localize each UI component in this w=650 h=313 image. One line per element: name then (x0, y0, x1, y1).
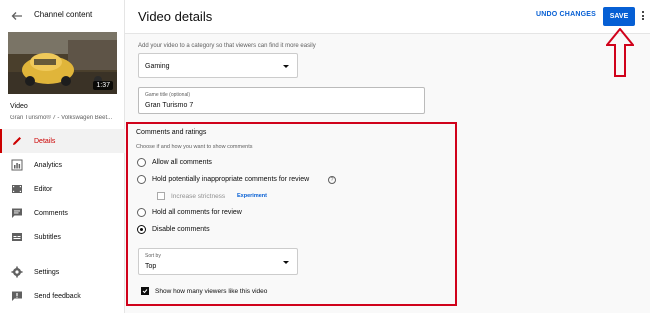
back-arrow-icon[interactable] (10, 9, 24, 23)
option-label: Disable comments (152, 226, 210, 233)
chevron-down-icon (283, 65, 289, 68)
show-likes-checkbox[interactable] (141, 287, 149, 295)
option-label: Hold all comments for review (152, 209, 242, 216)
subtitles-icon (12, 233, 22, 241)
sort-by-value: Top (145, 263, 157, 270)
comments-section-title: Comments and ratings (136, 129, 207, 136)
sidebar-item-label: Editor (34, 185, 53, 193)
save-button[interactable]: SAVE (603, 7, 635, 26)
page-header: Video details UNDO CHANGES SAVE (125, 0, 650, 34)
experiment-badge: Experiment (237, 193, 267, 199)
sidebar-item-label: Details (34, 137, 56, 145)
sidebar-title: Channel content (34, 10, 93, 19)
checkmark-icon (142, 289, 148, 294)
annotation-arrow-icon (606, 28, 634, 77)
sidebar-item-analytics[interactable]: Analytics (0, 153, 125, 177)
radio-allow-all[interactable] (137, 158, 146, 167)
increase-strictness-label: Increase strictness (171, 193, 226, 200)
option-label: Allow all comments (152, 159, 212, 166)
category-help-text: Add your video to a category so that vie… (138, 43, 316, 49)
sidebar-item-details[interactable]: Details (0, 129, 125, 153)
sidebar-item-comments[interactable]: Comments (0, 201, 125, 225)
sidebar-header: Channel content (0, 0, 125, 32)
sidebar-item-subtitles[interactable]: Subtitles (0, 225, 125, 249)
category-select[interactable]: Gaming (138, 53, 298, 78)
sort-by-select[interactable]: Sort by Top (138, 248, 298, 275)
help-icon[interactable]: ? (328, 176, 336, 184)
sidebar-item-label: Comments (34, 209, 68, 217)
increase-strictness-checkbox[interactable] (157, 192, 165, 200)
sidebar-item-feedback[interactable]: Send feedback (0, 284, 125, 308)
sidebar-item-label: Send feedback (34, 292, 81, 300)
game-title-label: Game title (optional) (145, 92, 191, 98)
gear-icon (11, 266, 23, 278)
game-title-field[interactable]: Game title (optional) Gran Turismo 7 (138, 87, 425, 114)
sidebar-item-label: Subtitles (34, 233, 61, 241)
more-options-icon[interactable] (640, 11, 646, 23)
chevron-down-icon (283, 261, 289, 264)
radio-disable-comments[interactable] (137, 225, 146, 234)
sidebar: Channel content 1:37 Video Gran Turismo®… (0, 0, 125, 313)
sidebar-item-settings[interactable]: Settings (0, 260, 125, 284)
sidebar-item-editor[interactable]: Editor (0, 177, 125, 201)
show-likes-label: Show how many viewers like this video (155, 288, 268, 295)
comments-icon (12, 208, 22, 218)
comments-section-help: Choose if and how you want to show comme… (136, 144, 253, 150)
video-label: Video (10, 103, 28, 110)
category-value: Gaming (145, 63, 170, 70)
sidebar-item-label: Analytics (34, 161, 63, 169)
option-label: Hold potentially inappropriate comments … (152, 176, 310, 183)
feedback-icon (12, 291, 22, 301)
analytics-icon (11, 159, 23, 171)
video-thumbnail[interactable]: 1:37 (8, 32, 117, 94)
video-name: Gran Turismo® 7 - Volkswagen Beet... (10, 115, 113, 121)
radio-hold-all[interactable] (137, 208, 146, 217)
page-title: Video details (138, 9, 213, 24)
radio-hold-inappropriate[interactable] (137, 175, 146, 184)
pencil-icon (13, 137, 21, 145)
sort-by-label: Sort by (145, 253, 161, 259)
undo-changes-button[interactable]: UNDO CHANGES (536, 11, 596, 18)
video-duration: 1:37 (93, 81, 113, 90)
editor-icon (12, 185, 22, 193)
game-title-value: Gran Turismo 7 (145, 102, 194, 109)
sidebar-item-label: Settings (34, 268, 60, 276)
